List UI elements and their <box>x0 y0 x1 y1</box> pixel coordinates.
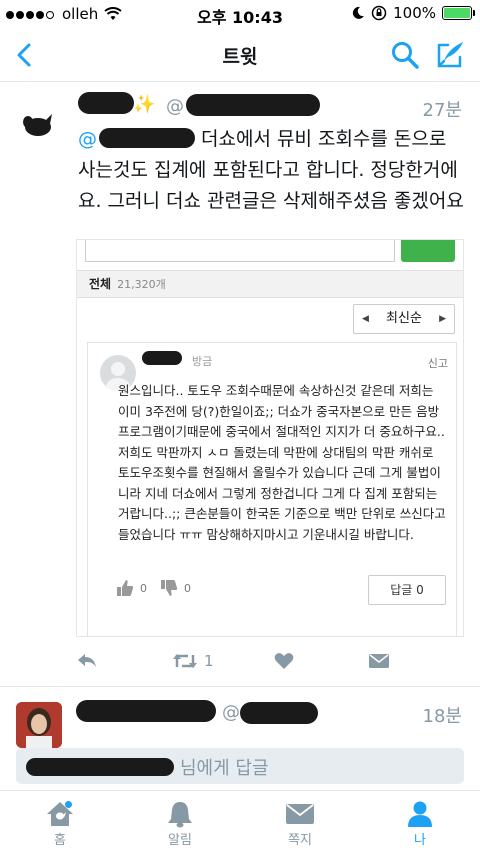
tab-notifications-label: 알림 <box>168 833 192 848</box>
tab-home[interactable]: 홈 <box>30 799 90 848</box>
retweet-icon <box>173 654 197 668</box>
embed-reply-button: 답글 0 <box>368 575 446 605</box>
direct-message-action[interactable] <box>368 648 390 674</box>
tab-messages[interactable]: 쪽지 <box>270 799 330 848</box>
tab-home-label: 홈 <box>54 833 66 848</box>
tab-me[interactable]: 나 <box>390 799 450 848</box>
tab-messages-label: 쪽지 <box>288 833 312 848</box>
tweet-timestamp: 27분 <box>422 100 462 121</box>
retweet-count: 1 <box>204 652 214 670</box>
tweet-text: @ 더쇼에서 뮤비 조회수를 돈으로 사는것도 집계에 포함된다고 합니다. 정당… <box>78 124 468 217</box>
author-handle-at: @ <box>166 96 184 117</box>
status-right: 100% <box>351 4 475 22</box>
reply-avatar-photo <box>16 702 62 748</box>
tab-me-icon-wrap <box>390 799 450 829</box>
moon-icon <box>352 6 365 19</box>
embed-total-count: 21,320개 <box>117 278 166 291</box>
embed-total-bar: 전체 21,320개 <box>77 270 463 298</box>
author-name-redacted[interactable] <box>78 92 134 114</box>
embed-submit-button <box>401 240 455 262</box>
sparkle-emoji: ✨ <box>133 94 156 115</box>
embed-dislike: 0 <box>160 579 191 597</box>
reply-author-avatar[interactable] <box>16 702 62 748</box>
tab-me-label: 나 <box>414 833 426 848</box>
tweet-divider <box>0 686 480 687</box>
mention-at[interactable]: @ <box>78 128 97 150</box>
envelope-icon <box>369 654 389 668</box>
reply-input-placeholder: 님에게 답글 <box>180 758 269 779</box>
embed-total-label: 전체 <box>89 277 112 291</box>
tab-bar: 홈 알림 쪽지 나 <box>0 790 480 854</box>
embed-commenter-name-redacted <box>142 351 182 365</box>
attached-image[interactable]: 전체 21,320개 ◀ 최신순 ▶ 방금 신고 원스입니다.. 토도우 조회수때… <box>76 239 464 637</box>
caret-left-icon: ◀ <box>362 314 369 324</box>
caret-right-icon: ▶ <box>439 314 446 324</box>
tweet-detail-screen: olleh 오후 10:43 100% 트윗 ✨ @ 27분 @ 더쇼에서 뮤비… <box>0 0 480 854</box>
battery-fill <box>444 8 470 18</box>
embed-comment-body: 원스입니다.. 토도우 조회수때문에 속상하신것 같은데 저희는 이미 3주전에… <box>118 383 446 542</box>
embed-comment: 방금 신고 원스입니다.. 토도우 조회수때문에 속상하신것 같은데 저희는 이… <box>87 342 457 636</box>
home-notification-dot <box>65 801 72 808</box>
embed-dislike-count: 0 <box>184 581 191 595</box>
embed-report-link: 신고 <box>427 357 448 370</box>
nav-bar: 트윗 <box>0 28 480 82</box>
envelope-icon <box>286 804 314 824</box>
search-icon[interactable] <box>390 40 420 70</box>
tab-home-icon-wrap <box>30 799 90 829</box>
heart-icon <box>274 653 294 669</box>
reply-author-handle-redacted[interactable] <box>240 702 318 724</box>
tab-notifications[interactable]: 알림 <box>150 799 210 848</box>
thumbs-down-icon <box>161 580 178 596</box>
tweet-actions: 1 <box>0 648 480 676</box>
like-action[interactable] <box>274 648 294 674</box>
reply-input[interactable]: 님에게 답글 <box>16 748 464 784</box>
embed-comment-input <box>85 240 395 262</box>
embed-sort-label: 최신순 <box>386 311 422 326</box>
embed-like-count: 0 <box>140 581 147 595</box>
bell-icon <box>168 802 192 828</box>
tab-notifications-icon-wrap <box>150 799 210 829</box>
person-icon <box>408 801 432 827</box>
embed-comment-time: 방금 <box>192 355 213 368</box>
compose-tweet-icon[interactable] <box>434 39 466 71</box>
thumbs-up-icon <box>117 580 134 596</box>
reply-action[interactable] <box>76 648 98 674</box>
battery-percent: 100% <box>393 4 436 22</box>
reply-target-redacted <box>26 758 174 776</box>
status-bar: olleh 오후 10:43 100% <box>0 0 480 28</box>
rotation-lock-icon <box>371 5 387 21</box>
embed-sort-button: ◀ 최신순 ▶ <box>353 304 455 334</box>
reply-author-name-redacted[interactable] <box>76 700 216 722</box>
reply-timestamp: 18분 <box>422 706 462 727</box>
reply-author-handle-at: @ <box>222 702 240 723</box>
tab-messages-icon-wrap <box>270 799 330 829</box>
author-handle-redacted[interactable] <box>186 94 320 116</box>
reply-icon <box>78 654 96 667</box>
author-avatar[interactable] <box>20 110 54 140</box>
mention-redacted[interactable] <box>99 128 195 148</box>
embed-like: 0 <box>116 579 147 597</box>
retweet-action[interactable]: 1 <box>172 648 214 674</box>
battery-icon <box>442 6 475 20</box>
